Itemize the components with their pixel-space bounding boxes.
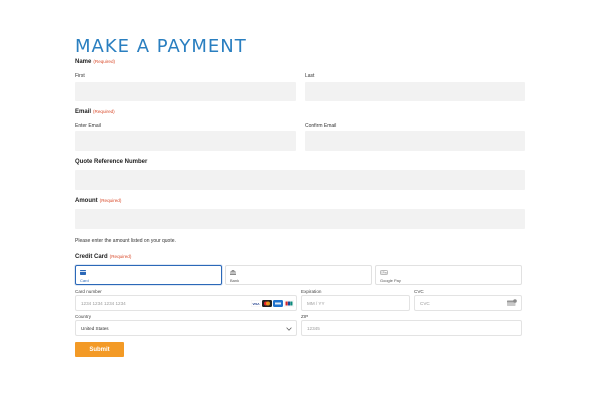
expiration-label: Expiration (301, 289, 322, 294)
tab-google-pay-label: Google Pay (380, 278, 401, 283)
first-name-label: First (75, 73, 85, 79)
confirm-email-label: Confirm Email (305, 123, 337, 129)
last-name-input[interactable] (305, 82, 525, 101)
name-section-label: Name (Required) (75, 59, 115, 65)
amount-input[interactable] (75, 209, 525, 229)
country-select[interactable]: United States (75, 320, 297, 336)
zip-placeholder: 12345 (307, 326, 320, 331)
card-number-label: Card number (75, 289, 102, 294)
enter-email-label: Enter Email (75, 123, 101, 129)
confirm-email-input[interactable] (305, 131, 525, 151)
amount-section-label: Amount (Required) (75, 198, 121, 204)
credit-card-section-label: Credit Card (Required) (75, 254, 131, 260)
cvc-card-icon (507, 299, 517, 306)
cvc-input[interactable]: CVC (414, 295, 522, 311)
zip-input[interactable]: 12345 (301, 320, 522, 336)
chevron-down-icon (286, 327, 292, 331)
quote-reference-label: Quote Reference Number (75, 159, 148, 165)
tab-bank-label: Bank (230, 278, 240, 283)
svg-text:VISA: VISA (252, 302, 260, 306)
unionpay-icon (284, 300, 294, 307)
card-icon (80, 270, 86, 275)
expiration-placeholder: MM / YY (307, 301, 325, 306)
email-section-label: Email (Required) (75, 109, 115, 115)
quote-reference-input[interactable] (75, 170, 525, 190)
tab-card-label: Card (80, 278, 89, 283)
amount-required-tag: (Required) (99, 198, 122, 203)
credit-card-required-tag: (Required) (109, 254, 132, 259)
expiration-input[interactable]: MM / YY (301, 295, 410, 311)
email-input[interactable] (75, 131, 296, 151)
country-value: United States (81, 326, 109, 331)
tab-google-pay[interactable]: GPay Google Pay (375, 265, 522, 285)
name-required-tag: (Required) (93, 59, 116, 64)
visa-icon: VISA (251, 300, 261, 307)
zip-label: ZIP (301, 314, 309, 319)
last-name-label: Last (305, 73, 315, 79)
bank-icon (230, 270, 236, 275)
amount-help-text: Please enter the amount listed on your q… (75, 238, 176, 244)
email-required-tag: (Required) (93, 109, 115, 114)
name-label-text: Name (75, 59, 92, 65)
first-name-input[interactable] (75, 82, 296, 101)
tab-card[interactable]: Card (75, 265, 222, 285)
tab-bank[interactable]: Bank (225, 265, 372, 285)
submit-button[interactable]: Submit (75, 342, 124, 357)
amex-icon (273, 300, 283, 307)
google-pay-icon: GPay (380, 270, 388, 275)
amount-label-text: Amount (75, 198, 98, 204)
svg-text:GPay: GPay (381, 271, 388, 274)
cvc-placeholder: CVC (420, 301, 430, 306)
mastercard-icon (262, 300, 272, 307)
cvc-label: CVC (414, 289, 424, 294)
country-label: Country (75, 314, 92, 319)
card-number-input[interactable]: 1234 1234 1234 1234 VISA (75, 295, 297, 311)
card-number-placeholder: 1234 1234 1234 1234 (81, 301, 126, 306)
credit-card-label-text: Credit Card (75, 254, 108, 260)
email-label-text: Email (75, 109, 92, 115)
page-title: MAKE A PAYMENT (75, 36, 247, 57)
